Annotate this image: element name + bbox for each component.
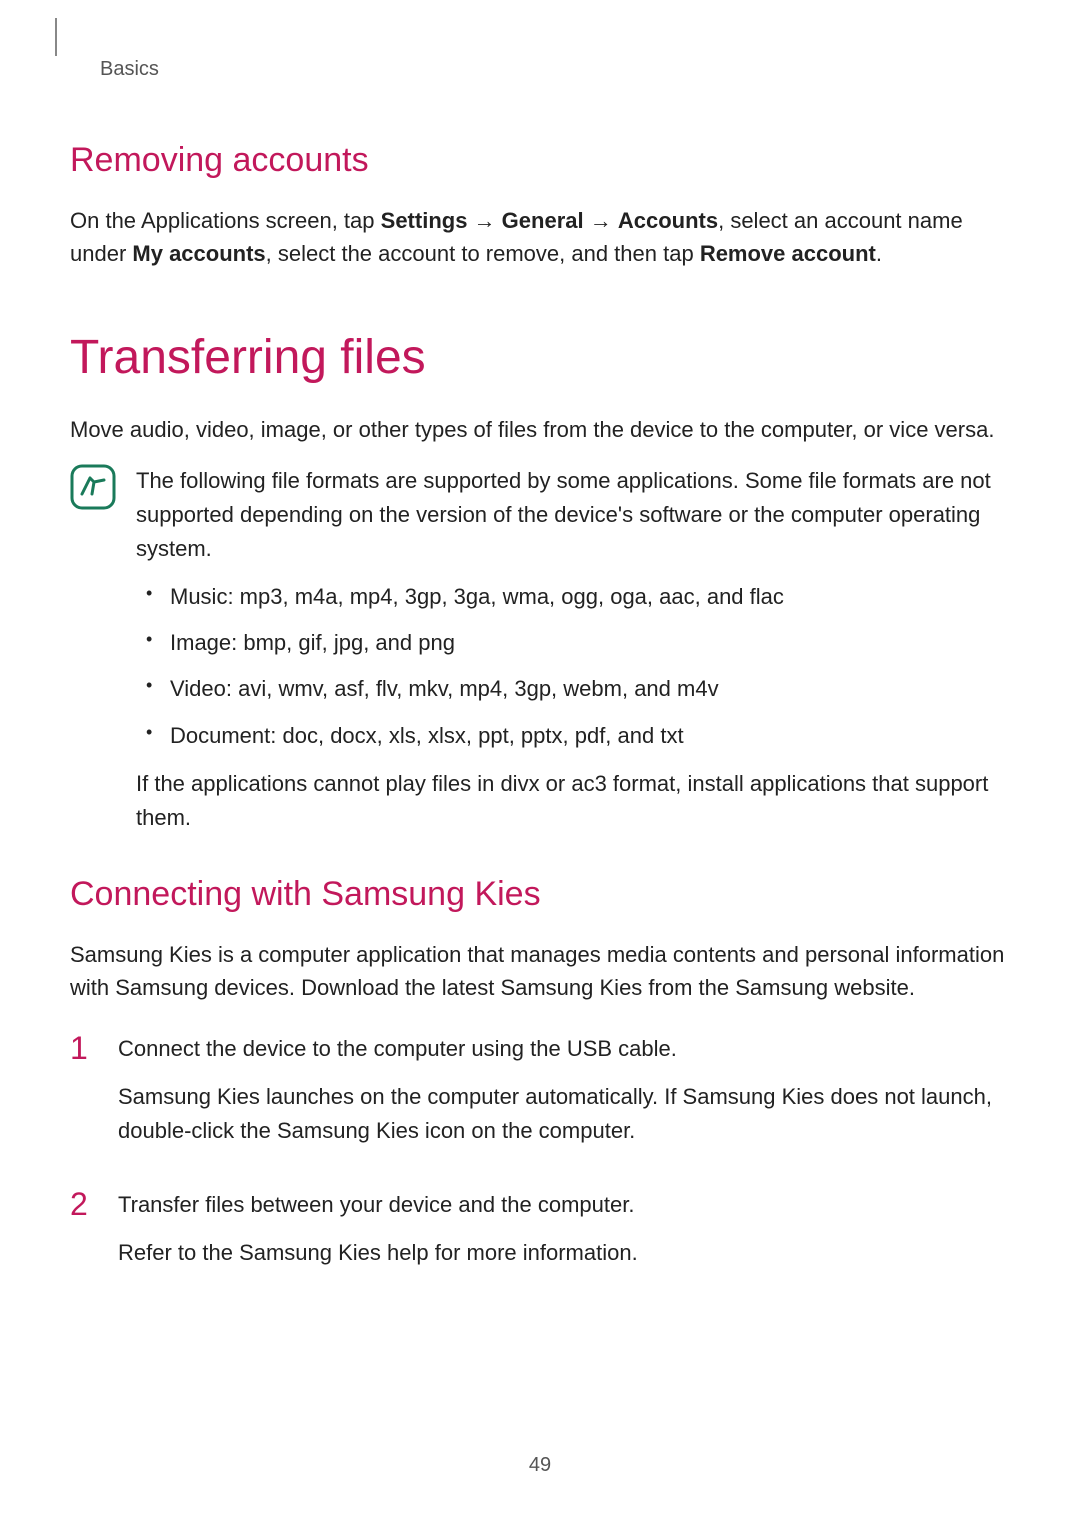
heading-connecting-kies: Connecting with Samsung Kies [70,875,1010,914]
step-text: Samsung Kies launches on the computer au… [118,1080,1010,1148]
step-1: 1 Connect the device to the computer usi… [70,1032,1010,1162]
note-icon [70,464,116,835]
step-body: Connect the device to the computer using… [118,1032,1010,1162]
page-number: 49 [0,1454,1080,1477]
note-content: The following file formats are supported… [136,464,1010,835]
step-2: 2 Transfer files between your device and… [70,1188,1010,1284]
step-text: Transfer files between your device and t… [118,1188,1010,1222]
step-number: 2 [70,1188,94,1284]
list-item: Music: mp3, m4a, mp4, 3gp, 3ga, wma, ogg… [160,580,1010,614]
text-fragment: , select the account to remove, and then… [266,241,700,266]
document-page: Basics Removing accounts On the Applicat… [0,0,1080,1527]
section-samsung-kies: Connecting with Samsung Kies Samsung Kie… [70,875,1010,1284]
step-body: Transfer files between your device and t… [118,1188,1010,1284]
note-trail-text: If the applications cannot play files in… [136,767,1010,835]
removing-accounts-paragraph: On the Applications screen, tap Settings… [70,204,1010,270]
transferring-intro: Move audio, video, image, or other types… [70,413,1010,446]
step-number: 1 [70,1032,94,1162]
step-text: Refer to the Samsung Kies help for more … [118,1236,1010,1270]
list-item: Image: bmp, gif, jpg, and png [160,626,1010,660]
ui-path-general: General [502,208,584,233]
section-transferring-files: Transferring files Move audio, video, im… [70,330,1010,835]
ui-label-my-accounts: My accounts [132,241,265,266]
arrow-icon: → [584,208,618,233]
breadcrumb: Basics [100,30,1010,81]
arrow-icon: → [467,208,501,233]
step-text: Connect the device to the computer using… [118,1032,1010,1066]
heading-transferring-files: Transferring files [70,330,1010,385]
note-block: The following file formats are supported… [70,464,1010,835]
ui-path-accounts: Accounts [618,208,718,233]
ui-path-settings: Settings [381,208,468,233]
list-item: Video: avi, wmv, asf, flv, mkv, mp4, 3gp… [160,672,1010,706]
note-lead-text: The following file formats are supported… [136,464,1010,566]
section-removing-accounts: Removing accounts On the Applications sc… [70,141,1010,270]
text-fragment: . [876,241,882,266]
heading-removing-accounts: Removing accounts [70,141,1010,180]
list-item: Document: doc, docx, xls, xlsx, ppt, ppt… [160,719,1010,753]
kies-intro: Samsung Kies is a computer application t… [70,938,1010,1004]
header-divider [55,18,57,56]
supported-formats-list: Music: mp3, m4a, mp4, 3gp, 3ga, wma, ogg… [136,580,1010,752]
ui-label-remove-account: Remove account [700,241,876,266]
text-fragment: On the Applications screen, tap [70,208,381,233]
